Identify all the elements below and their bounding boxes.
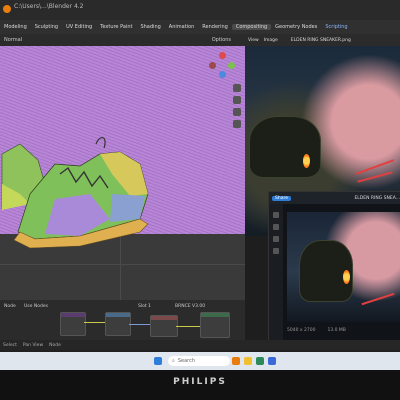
status-select: Select bbox=[3, 342, 17, 348]
node-link bbox=[176, 326, 200, 327]
red-laces bbox=[361, 292, 395, 306]
use-nodes-toggle[interactable]: Use Nodes bbox=[24, 304, 48, 309]
image-menu[interactable]: Image bbox=[264, 38, 278, 43]
tab-scripting[interactable]: Scripting bbox=[321, 24, 351, 30]
flame-glow bbox=[343, 270, 350, 284]
grid-icon[interactable] bbox=[233, 120, 241, 128]
browser-icon[interactable] bbox=[256, 357, 264, 365]
shader-node-editor[interactable]: Node Use Nodes Slot 1 BRNCE V3.00 bbox=[0, 300, 270, 340]
window-title: C:\Users\...\Blender 4.2 bbox=[14, 3, 84, 10]
windows-start-icon[interactable] bbox=[154, 357, 162, 365]
blender-logo-icon bbox=[3, 5, 11, 13]
status-pan: Pan View bbox=[22, 342, 44, 348]
shader-node[interactable] bbox=[200, 312, 230, 338]
sneaker-wireframe-model[interactable] bbox=[0, 124, 160, 254]
view-menu[interactable]: View bbox=[248, 38, 259, 43]
photo-title: ELDEN RING SNEA... bbox=[354, 195, 400, 201]
sneaker-render bbox=[249, 116, 321, 178]
photo-viewer-window[interactable]: Share ELDEN RING SNEA... 5040 x 2700 13.… bbox=[268, 191, 400, 343]
image-dimensions: 5040 x 2700 bbox=[287, 327, 316, 333]
workspace-tabs: Modeling Sculpting UV Editing Texture Pa… bbox=[0, 20, 400, 34]
navigation-gizmo[interactable] bbox=[209, 52, 235, 78]
screen: C:\Users\...\Blender 4.2 Modeling Sculpt… bbox=[0, 0, 400, 370]
zoom-icon[interactable] bbox=[233, 84, 241, 92]
camera-icon[interactable] bbox=[233, 108, 241, 116]
tab-geometry-nodes[interactable]: Geometry Nodes bbox=[271, 24, 321, 30]
tab-shading[interactable]: Shading bbox=[136, 24, 164, 30]
search-label: Search bbox=[177, 358, 195, 364]
node-link bbox=[84, 322, 105, 323]
tab-sculpting[interactable]: Sculpting bbox=[31, 24, 62, 30]
monitor-brand: PHILIPS bbox=[173, 377, 227, 387]
tab-compositing[interactable]: Compositing bbox=[231, 24, 272, 30]
photo-sidebar bbox=[269, 204, 283, 342]
image-name[interactable]: ELDEN RING SNEAKER.png bbox=[291, 38, 351, 43]
viewport-header: Normal Options bbox=[0, 34, 245, 46]
taskbar-search[interactable]: ⌕ Search bbox=[168, 356, 230, 366]
shader-node[interactable] bbox=[105, 312, 131, 336]
tab-animation[interactable]: Animation bbox=[165, 24, 199, 30]
windows-taskbar: ⌕ Search bbox=[0, 352, 400, 370]
flame-glow bbox=[303, 154, 310, 168]
photo-image bbox=[287, 212, 400, 322]
3d-viewport[interactable]: Normal Options bbox=[0, 34, 245, 300]
tab-rendering[interactable]: Rendering bbox=[198, 24, 232, 30]
grid-line bbox=[0, 264, 245, 265]
node-menu[interactable]: Node bbox=[4, 304, 16, 309]
blender-app-icon[interactable] bbox=[232, 357, 240, 365]
viewport-options[interactable]: Options bbox=[212, 37, 231, 43]
adjust-icon[interactable] bbox=[273, 224, 279, 230]
photo-footer: 5040 x 2700 13.0 MB bbox=[287, 324, 400, 336]
tab-uv-editing[interactable]: UV Editing bbox=[62, 24, 96, 30]
pan-icon[interactable] bbox=[233, 96, 241, 104]
tab-texture-paint[interactable]: Texture Paint bbox=[96, 24, 136, 30]
node-link bbox=[129, 324, 150, 325]
markup-icon[interactable] bbox=[273, 248, 279, 254]
material-name[interactable]: BRNCE V3.00 bbox=[175, 304, 205, 309]
monitor: C:\Users\...\Blender 4.2 Modeling Sculpt… bbox=[0, 0, 400, 400]
photos-app-icon[interactable] bbox=[268, 357, 276, 365]
file-explorer-icon[interactable] bbox=[244, 357, 252, 365]
title-bar: C:\Users\...\Blender 4.2 bbox=[0, 0, 400, 20]
search-icon: ⌕ bbox=[172, 358, 175, 364]
status-bar: Select Pan View Node bbox=[0, 340, 400, 350]
status-node: Node bbox=[49, 342, 61, 348]
crop-icon[interactable] bbox=[273, 212, 279, 218]
filter-icon[interactable] bbox=[273, 236, 279, 242]
mode-dropdown[interactable]: Normal bbox=[4, 37, 22, 43]
tab-modeling[interactable]: Modeling bbox=[0, 24, 31, 30]
image-editor-header: View Image ELDEN RING SNEAKER.png bbox=[245, 34, 400, 46]
shader-node[interactable] bbox=[150, 315, 178, 337]
slot-dropdown[interactable]: Slot 1 bbox=[138, 304, 151, 309]
file-size: 13.0 MB bbox=[327, 327, 346, 333]
photo-viewer-header: Share ELDEN RING SNEA... bbox=[269, 192, 400, 204]
shader-node[interactable] bbox=[60, 312, 86, 336]
share-button[interactable]: Share bbox=[272, 195, 291, 201]
red-laces bbox=[357, 171, 393, 183]
